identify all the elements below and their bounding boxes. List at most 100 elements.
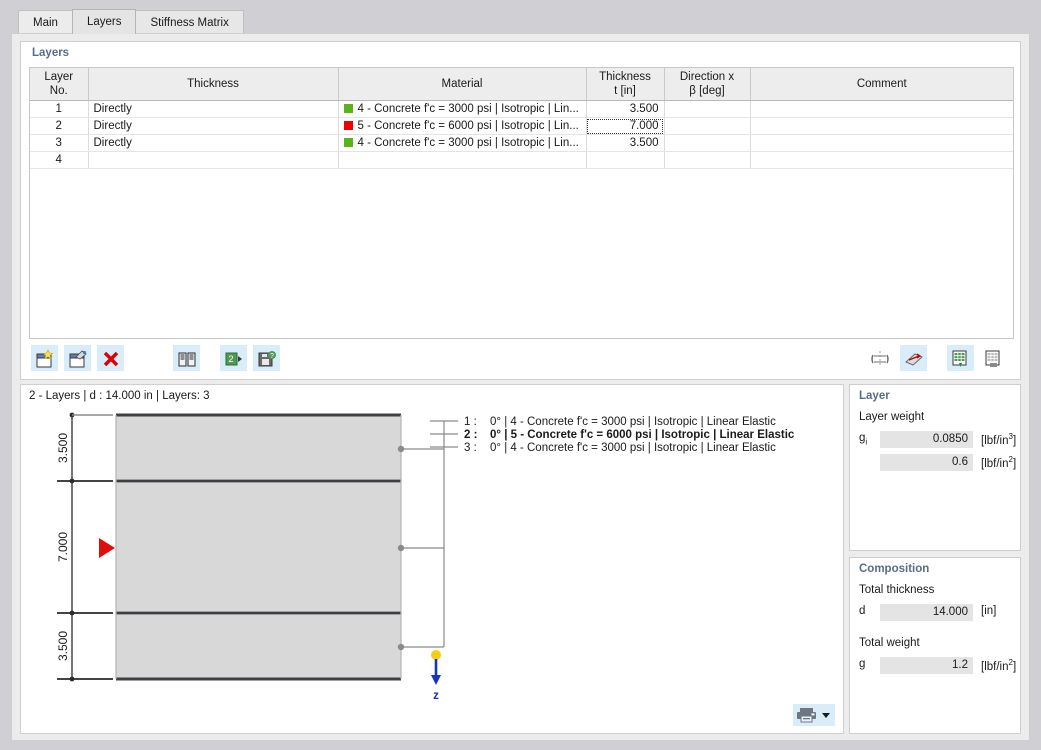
cell-direction-x[interactable] — [664, 100, 751, 118]
legend-index-2: 2 : — [464, 429, 477, 441]
composition-side-panel: Composition Total thickness d 14.000 [in… — [849, 557, 1021, 734]
cell-thickness-value[interactable]: 3.500 — [586, 100, 665, 118]
composition-panel-caption: Composition — [859, 563, 930, 575]
layer-weight-area-unit: [lbf/in2] — [981, 455, 1017, 470]
col-header-comment[interactable]: Comment — [750, 68, 1013, 101]
total-weight-title: Total weight — [859, 637, 920, 649]
print-button[interactable] — [793, 704, 835, 726]
col-header-material[interactable]: Material — [338, 68, 587, 101]
print-icon — [797, 708, 830, 723]
total-weight-label: g — [859, 658, 866, 670]
tab-strip: Main Layers Stiffness Matrix — [0, 0, 1041, 34]
cell-thickness-value[interactable]: 3.500 — [586, 134, 665, 152]
total-thickness-row: d 14.000 [in] — [859, 604, 1015, 621]
cell-thickness-mode[interactable]: Directly — [88, 117, 339, 135]
total-thickness-value[interactable]: 14.000 — [880, 604, 973, 621]
graphic-panel: 2 - Layers | d : 14.000 in | Layers: 3 3… — [20, 384, 844, 734]
layer-weight-area-value[interactable]: 0.6 — [880, 454, 973, 471]
cell-layer-no[interactable]: 4 — [30, 151, 89, 169]
cell-material-label: 4 - Concrete f'c = 3000 psi | Isotropic … — [357, 137, 579, 149]
layer-weight-gi-unit: [lbf/in3] — [981, 432, 1017, 447]
layers-group: Layers Layer No. Thickness Material Thic… — [20, 41, 1021, 380]
layer-shape-1 — [116, 415, 401, 479]
total-weight-row: g 1.2 [lbf/in2] — [859, 657, 1016, 674]
cell-material[interactable] — [338, 151, 587, 169]
cell-comment[interactable] — [750, 151, 1013, 169]
export-icon[interactable]: ? — [253, 345, 281, 371]
col-header-thickness-value[interactable]: Thickness t [in] — [586, 68, 665, 101]
total-thickness-title: Total thickness — [859, 584, 935, 596]
col-header-layer-no[interactable]: Layer No. — [30, 68, 89, 101]
col-header-thickness-mode[interactable]: Thickness — [88, 68, 339, 101]
cell-comment[interactable] — [750, 134, 1013, 152]
print-table-icon[interactable] — [980, 345, 1007, 371]
cell-thickness-value-selected[interactable]: 7.000 — [586, 117, 665, 135]
table-body: 1 Directly 4 - Concrete f'c = 3000 psi |… — [30, 100, 1013, 169]
table-row[interactable]: 1 Directly 4 - Concrete f'c = 3000 psi |… — [30, 100, 1013, 118]
table-row[interactable]: 4 — [30, 151, 1013, 169]
material-color-swatch — [343, 138, 353, 147]
export-table-icon[interactable] — [946, 345, 974, 371]
layer-shape-3 — [116, 615, 401, 679]
layer-side-panel: Layer Layer weight gi 0.0850 [lbf/in3] 0… — [849, 384, 1021, 551]
cell-direction-x[interactable] — [664, 151, 751, 169]
cell-direction-x[interactable] — [664, 134, 751, 152]
cell-comment[interactable] — [750, 100, 1013, 118]
layers-group-caption: Layers — [32, 47, 70, 59]
mirror-icon[interactable] — [866, 345, 893, 371]
cell-layer-no[interactable]: 3 — [30, 134, 89, 152]
chevron-down-icon — [822, 713, 830, 718]
cell-material[interactable]: 4 - Concrete f'c = 3000 psi | Isotropic … — [338, 134, 587, 152]
cell-thickness-mode[interactable] — [88, 151, 339, 169]
cell-material[interactable]: 5 - Concrete f'c = 6000 psi | Isotropic … — [338, 117, 587, 135]
cell-comment[interactable] — [750, 117, 1013, 135]
edit-layer-icon[interactable] — [64, 345, 92, 371]
cell-material[interactable]: 4 - Concrete f'c = 3000 psi | Isotropic … — [338, 100, 587, 118]
legend-text-2: 0° | 5 - Concrete f'c = 6000 psi | Isotr… — [490, 429, 795, 441]
layer-weight-area-row: 0.6 [lbf/in2] — [859, 454, 1017, 471]
layer-diagram[interactable]: 3.500 7.000 3.500 1 : 0° | 4 - Concrete — [21, 407, 843, 733]
total-thickness-unit: [in] — [981, 605, 997, 617]
table-row[interactable]: 3 Directly 4 - Concrete f'c = 3000 psi |… — [30, 134, 1013, 152]
table-row[interactable]: 2 Directly 5 - Concrete f'c = 6000 psi |… — [30, 117, 1013, 135]
delete-layer-icon[interactable] — [97, 345, 125, 371]
new-layer-icon[interactable] — [31, 345, 58, 371]
tab-layers[interactable]: Layers — [71, 9, 137, 34]
cell-layer-no[interactable]: 1 — [30, 100, 89, 118]
layer-shape-2 — [116, 483, 401, 611]
tab-stiffness-matrix[interactable]: Stiffness Matrix — [135, 10, 244, 34]
sort-icon[interactable] — [899, 345, 927, 371]
cell-direction-x[interactable] — [664, 117, 751, 135]
legend-text-3: 0° | 4 - Concrete f'c = 3000 psi | Isotr… — [490, 442, 776, 454]
z-axis-label: z — [433, 690, 439, 702]
total-weight-value[interactable]: 1.2 — [880, 657, 973, 674]
content-panel: Layers Layer No. Thickness Material Thic… — [11, 33, 1030, 741]
cell-thickness-mode[interactable]: Directly — [88, 134, 339, 152]
svg-text:2: 2 — [228, 354, 233, 364]
layer-weight-gi-value[interactable]: 0.0850 — [880, 431, 973, 448]
layer-weight-gi-row: gi 0.0850 [lbf/in3] — [859, 431, 1017, 448]
legend-index-3: 3 : — [464, 442, 477, 454]
dimension-label-1: 3.500 — [56, 433, 70, 463]
table-header-row: Layer No. Thickness Material Thickness t… — [30, 68, 1013, 101]
selection-pointer-icon — [99, 538, 115, 558]
dimension-label-3: 3.500 — [56, 631, 70, 661]
layers-table-container[interactable]: Layer No. Thickness Material Thickness t… — [29, 67, 1014, 339]
material-color-swatch — [343, 121, 353, 130]
layers-toolbar-right — [866, 345, 1010, 373]
library-icon[interactable] — [172, 345, 200, 371]
layer-weight-title: Layer weight — [859, 411, 925, 423]
import-icon[interactable]: 2 — [219, 345, 247, 371]
graphic-info-line: 2 - Layers | d : 14.000 in | Layers: 3 — [29, 390, 210, 402]
cell-material-label: 4 - Concrete f'c = 3000 psi | Isotropic … — [357, 103, 579, 115]
tab-main[interactable]: Main — [18, 10, 73, 34]
material-color-swatch — [343, 104, 353, 113]
cell-thickness-mode[interactable]: Directly — [88, 100, 339, 118]
layers-table: Layer No. Thickness Material Thickness t… — [30, 68, 1013, 169]
layer-weight-gi-label: gi — [859, 432, 868, 447]
cell-layer-no[interactable]: 2 — [30, 117, 89, 135]
legend-index-1: 1 : — [464, 416, 477, 428]
legend-text-1: 0° | 4 - Concrete f'c = 3000 psi | Isotr… — [490, 416, 776, 428]
col-header-direction-x[interactable]: Direction x β [deg] — [664, 68, 751, 101]
cell-thickness-value[interactable] — [586, 151, 665, 169]
